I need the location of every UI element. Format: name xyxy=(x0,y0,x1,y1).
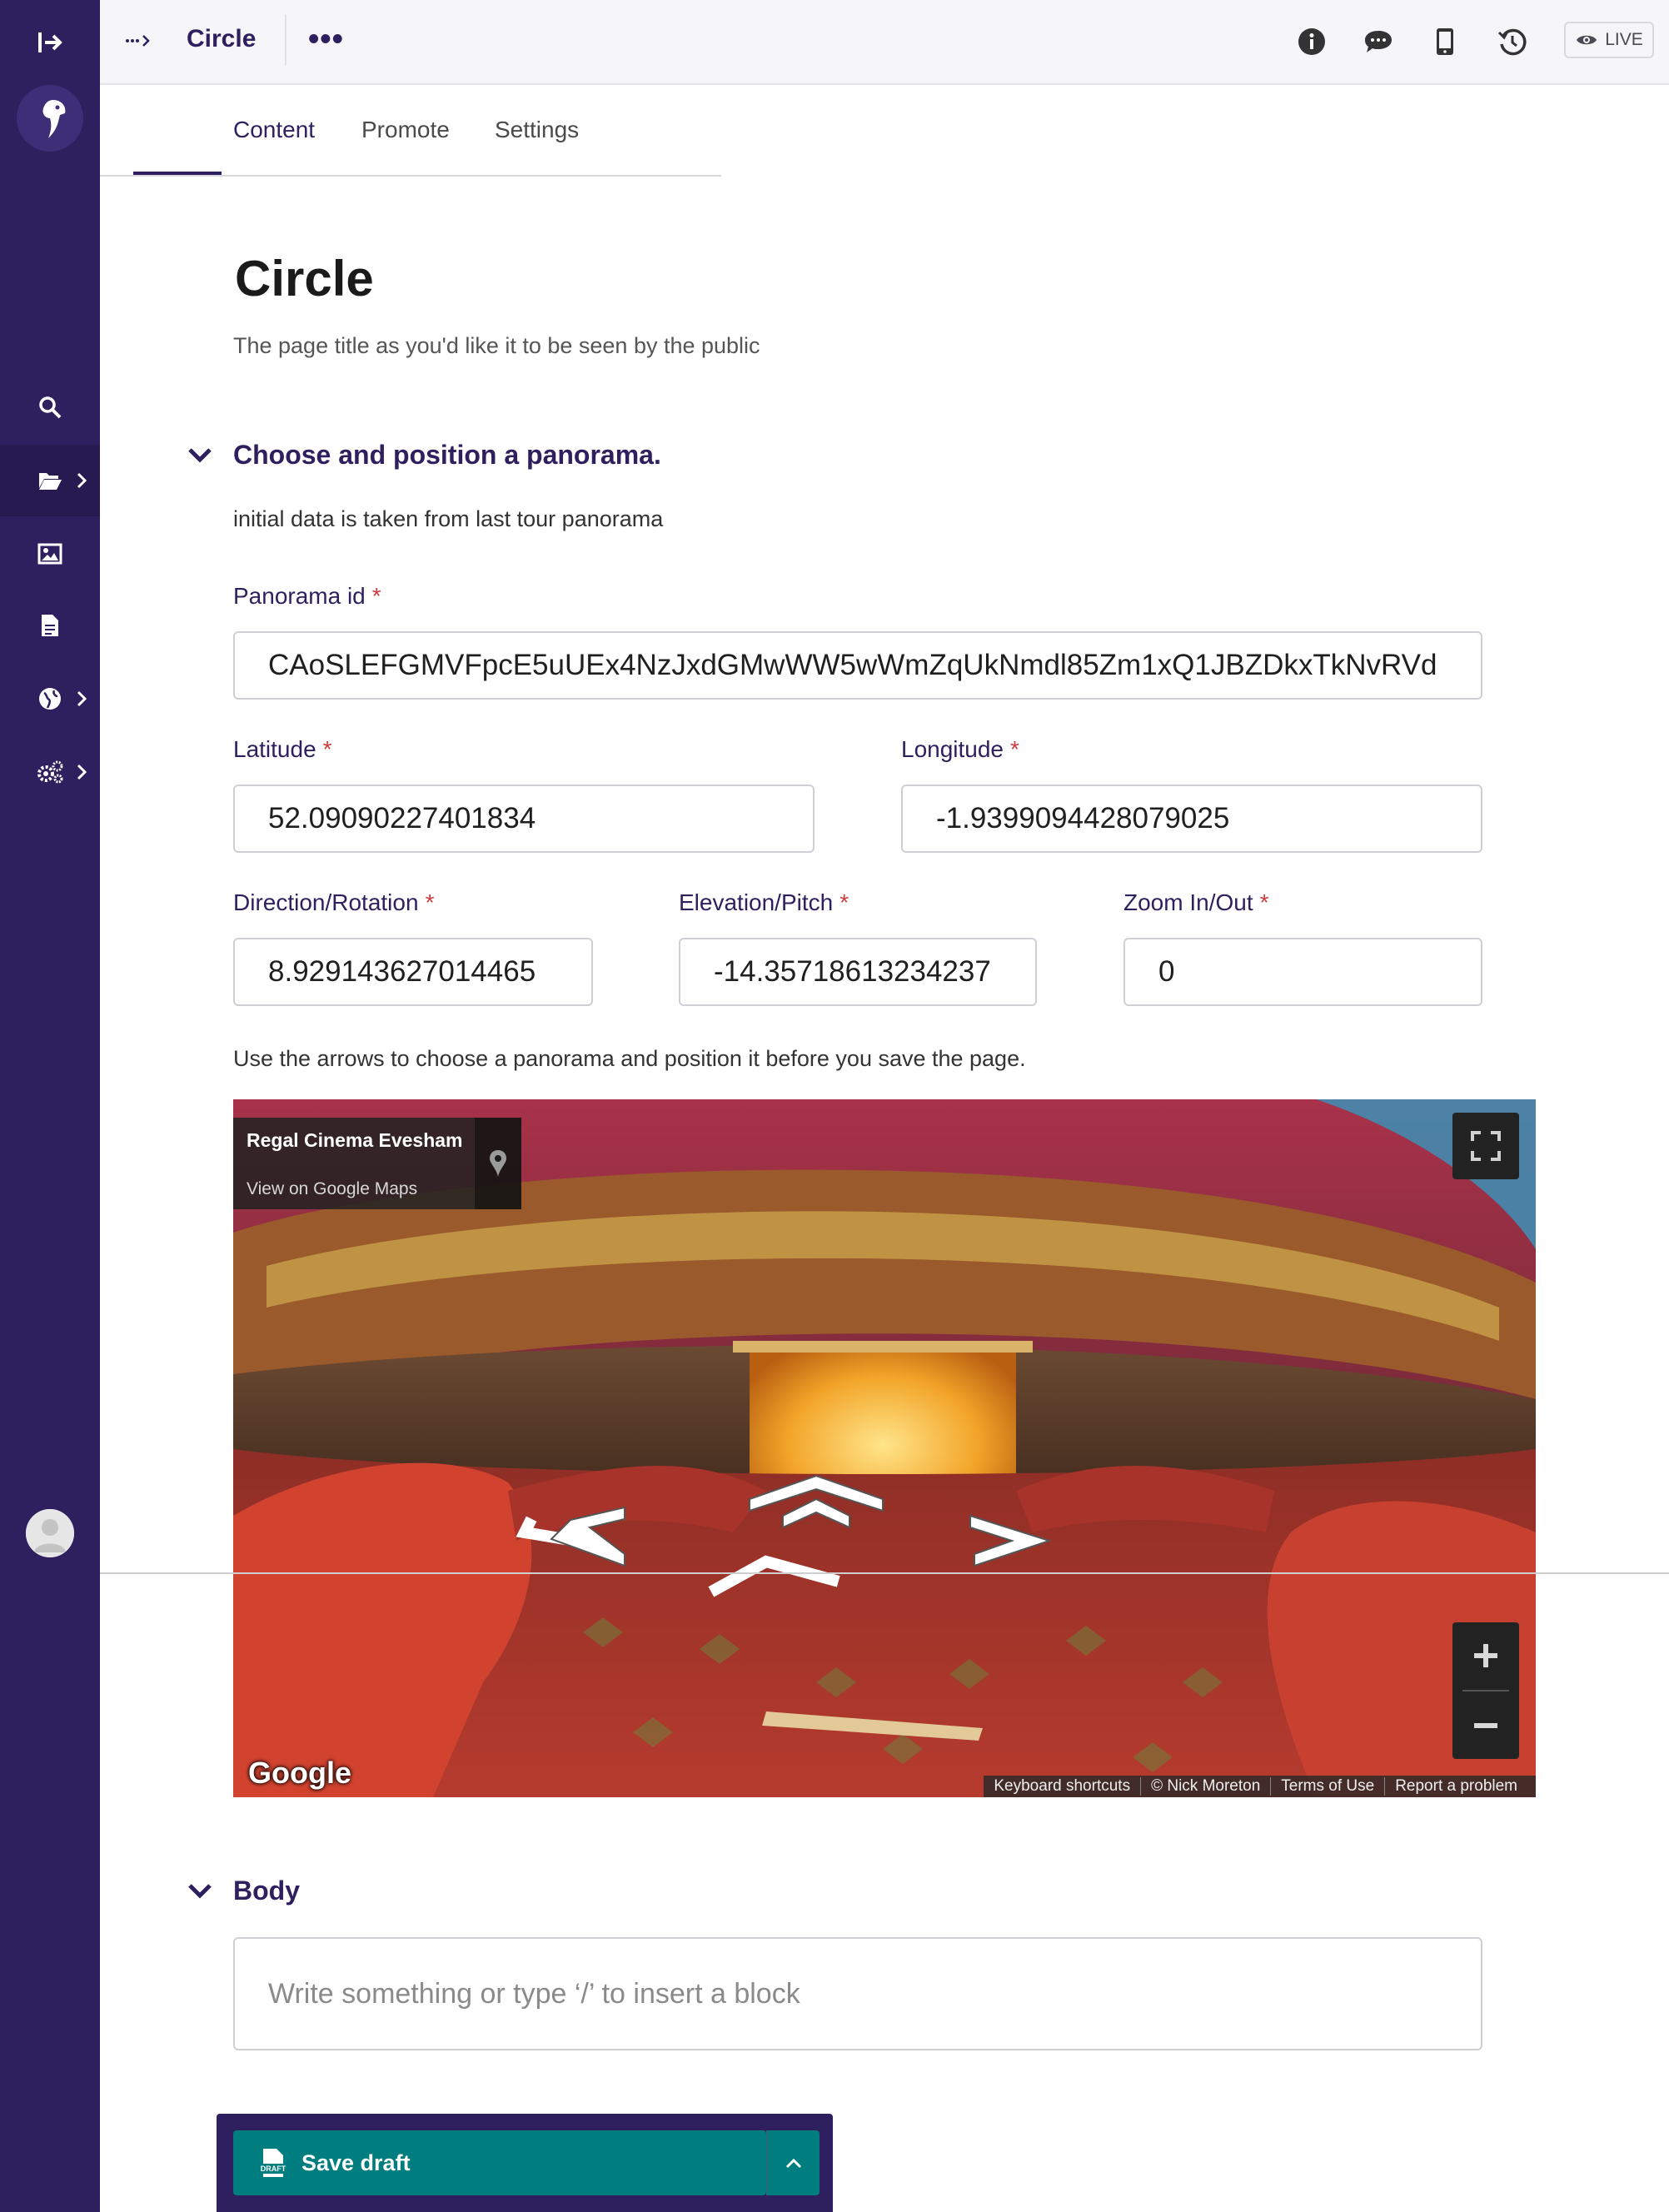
zoom-out-button[interactable] xyxy=(1452,1692,1519,1759)
eye-icon xyxy=(1577,35,1597,45)
elevation-label: Elevation/Pitch * xyxy=(679,889,849,915)
body-section-heading[interactable]: Body xyxy=(233,1876,300,1906)
comment-icon xyxy=(1365,31,1392,52)
longitude-label: Longitude * xyxy=(901,736,1019,762)
copyright-text: © Nick Moreton xyxy=(1140,1777,1270,1796)
mobile-preview-icon xyxy=(1437,28,1453,55)
google-logo: Google xyxy=(248,1756,351,1790)
sidebar-images[interactable] xyxy=(0,518,100,590)
header-page-title: Circle xyxy=(187,25,257,52)
document-icon xyxy=(42,615,58,636)
active-tab-indicator xyxy=(133,172,222,175)
direction-input[interactable]: 8.929143627014465 xyxy=(233,938,593,1006)
sidebar-documents[interactable] xyxy=(0,590,100,661)
more-save-actions-button[interactable] xyxy=(766,2130,820,2195)
user-avatar[interactable] xyxy=(26,1509,74,1557)
tab-content[interactable]: Content xyxy=(233,117,315,143)
preview-button[interactable] xyxy=(1428,25,1462,58)
plus-icon xyxy=(1474,1644,1497,1667)
place-name: Regal Cinema Evesham xyxy=(247,1129,463,1151)
history-button[interactable] xyxy=(1495,25,1528,58)
sidebar-sites[interactable] xyxy=(0,663,100,735)
body-editor[interactable]: Write something or type ‘/’ to insert a … xyxy=(233,1937,1482,2050)
minus-icon xyxy=(1474,1723,1497,1728)
image-icon xyxy=(37,543,62,565)
view-on-google-maps-link[interactable]: View on Google Maps xyxy=(247,1179,417,1199)
elevation-input[interactable]: -14.35718613234237 xyxy=(679,938,1037,1006)
comments-button[interactable] xyxy=(1362,25,1395,58)
more-actions-button[interactable]: ••• xyxy=(308,22,344,57)
history-icon xyxy=(1497,28,1527,56)
chevron-down-icon[interactable] xyxy=(187,446,213,465)
zoom-controls xyxy=(1452,1622,1519,1759)
map-pin-icon xyxy=(490,1150,506,1177)
logo-icon xyxy=(42,100,66,138)
map-pin-button[interactable] xyxy=(475,1118,521,1209)
latitude-label: Latitude * xyxy=(233,736,332,762)
panorama-help-text: initial data is taken from last tour pan… xyxy=(233,506,664,531)
top-header: Circle ••• LIVE xyxy=(100,0,1669,85)
tab-settings[interactable]: Settings xyxy=(495,117,579,143)
cogs-icon xyxy=(37,760,63,784)
street-view-panorama[interactable]: Regal Cinema Evesham View on Google Maps… xyxy=(233,1099,1536,1797)
zoom-divider xyxy=(1462,1690,1509,1691)
chevron-right-icon xyxy=(77,764,87,780)
report-problem-link[interactable]: Report a problem xyxy=(1384,1777,1527,1796)
search-icon xyxy=(39,396,62,419)
sidebar-settings[interactable] xyxy=(0,736,100,808)
page-title[interactable]: Circle xyxy=(235,250,374,307)
keyboard-shortcuts-link[interactable]: Keyboard shortcuts xyxy=(984,1777,1140,1796)
breadcrumb-toggle[interactable] xyxy=(125,27,153,59)
save-draft-label: Save draft xyxy=(301,2150,411,2175)
zoom-label: Zoom In/Out * xyxy=(1123,889,1269,915)
zoom-input[interactable]: 0 xyxy=(1123,938,1482,1006)
info-icon xyxy=(1298,28,1325,55)
sidebar xyxy=(0,0,100,2212)
panorama-section-heading[interactable]: Choose and position a panorama. xyxy=(233,440,661,471)
title-help-text: The page title as you'd like it to be se… xyxy=(233,333,760,358)
chevron-up-icon xyxy=(785,2158,802,2169)
latitude-input[interactable]: 52.09090227401834 xyxy=(233,785,815,853)
logo[interactable] xyxy=(17,85,83,152)
info-button[interactable] xyxy=(1295,25,1328,58)
divider-line xyxy=(100,1572,1669,1574)
user-avatar-icon xyxy=(26,1509,74,1557)
folder-icon xyxy=(39,473,62,490)
panorama-id-label: Panorama id * xyxy=(233,583,381,609)
live-label: LIVE xyxy=(1605,30,1643,49)
save-draft-button[interactable]: DRAFT Save draft xyxy=(233,2130,766,2195)
globe-icon xyxy=(39,688,61,710)
collapse-sidebar-icon xyxy=(38,32,62,52)
footer-actions: DRAFT Save draft xyxy=(217,2114,833,2212)
terms-of-use-link[interactable]: Terms of Use xyxy=(1270,1777,1384,1796)
tab-promote[interactable]: Promote xyxy=(361,117,450,143)
header-divider xyxy=(285,15,286,65)
sidebar-pages[interactable] xyxy=(0,445,100,516)
draft-icon: DRAFT xyxy=(258,2149,288,2177)
chevron-right-icon xyxy=(77,472,87,489)
panorama-instruction: Use the arrows to choose a panorama and … xyxy=(233,1046,1026,1071)
collapse-sidebar-button[interactable] xyxy=(0,7,100,78)
sidebar-search[interactable] xyxy=(0,371,100,443)
place-card: Regal Cinema Evesham View on Google Maps xyxy=(233,1118,475,1209)
fullscreen-button[interactable] xyxy=(1452,1113,1519,1179)
fullscreen-icon xyxy=(1471,1131,1501,1161)
breadcrumb-dots-arrow-icon xyxy=(126,35,150,47)
chevron-down-icon[interactable] xyxy=(187,1882,213,1901)
map-attribution: Keyboard shortcuts © Nick Moreton Terms … xyxy=(984,1776,1536,1797)
chevron-right-icon xyxy=(77,690,87,707)
live-status-button[interactable]: LIVE xyxy=(1564,22,1654,58)
panorama-id-input[interactable]: CAoSLEFGMVFpcE5uUEx4NzJxdGMwWW5wWmZqUkNm… xyxy=(233,631,1482,700)
direction-label: Direction/Rotation * xyxy=(233,889,435,915)
svg-text:DRAFT: DRAFT xyxy=(261,2165,286,2173)
zoom-in-button[interactable] xyxy=(1452,1622,1519,1689)
longitude-input[interactable]: -1.9399094428079025 xyxy=(901,785,1482,853)
editor-tabs: Content Promote Settings xyxy=(100,83,721,177)
